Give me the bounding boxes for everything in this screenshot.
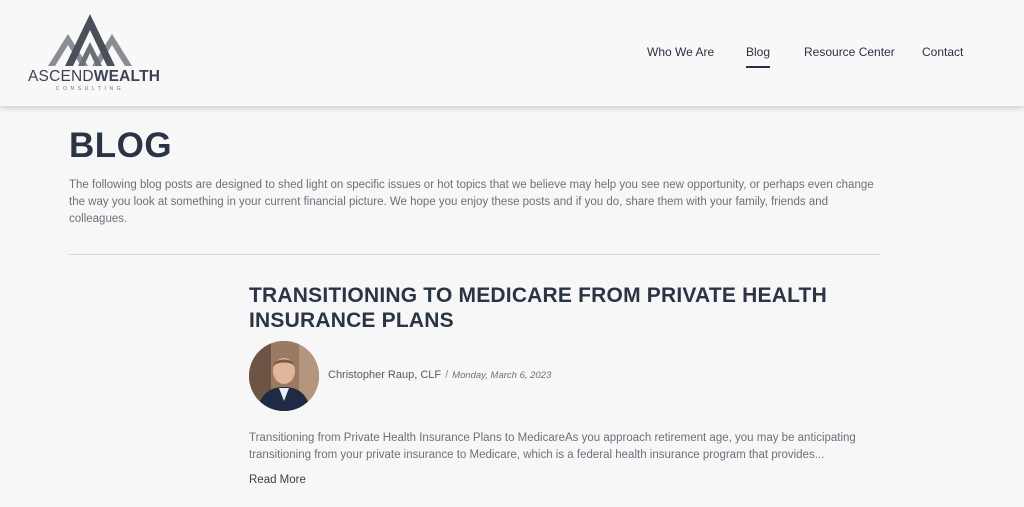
site-header: ASCENDWEALTH CONSULTING Who We Are Blog … (0, 0, 1024, 106)
post-excerpt: Transitioning from Private Health Insura… (249, 432, 856, 461)
nav-blog[interactable]: Blog (746, 45, 771, 68)
post-title-link[interactable]: TRANSITIONING TO MEDICARE FROM PRIVATE H… (249, 283, 889, 333)
logo-wordmark: ASCENDWEALTH (28, 68, 160, 86)
logo-subtitle: CONSULTING (55, 86, 125, 92)
author-avatar (249, 341, 319, 411)
mountain-logo-icon (48, 14, 132, 66)
logo-word-wealth: WEALTH (93, 68, 161, 85)
page-title: BLOG (69, 126, 173, 165)
read-more-link[interactable]: Read More (249, 474, 306, 486)
logo-word-ascend: ASCEND (28, 68, 94, 85)
byline-separator: / (445, 369, 449, 381)
nav-who-we-are[interactable]: Who We Are (647, 45, 714, 59)
blog-intro: The following blog posts are designed to… (69, 179, 874, 225)
nav-resource-center[interactable]: Resource Center (804, 45, 895, 59)
nav-contact[interactable]: Contact (922, 45, 963, 59)
ascend-wealth-logo[interactable]: ASCENDWEALTH CONSULTING (28, 12, 160, 92)
divider (69, 254, 880, 255)
post-date: Monday, March 6, 2023 (452, 370, 552, 381)
post-byline: Christopher Raup, CLF / Monday, March 6, 2… (328, 369, 551, 381)
author-name[interactable]: Christopher Raup, CLF (328, 369, 441, 381)
